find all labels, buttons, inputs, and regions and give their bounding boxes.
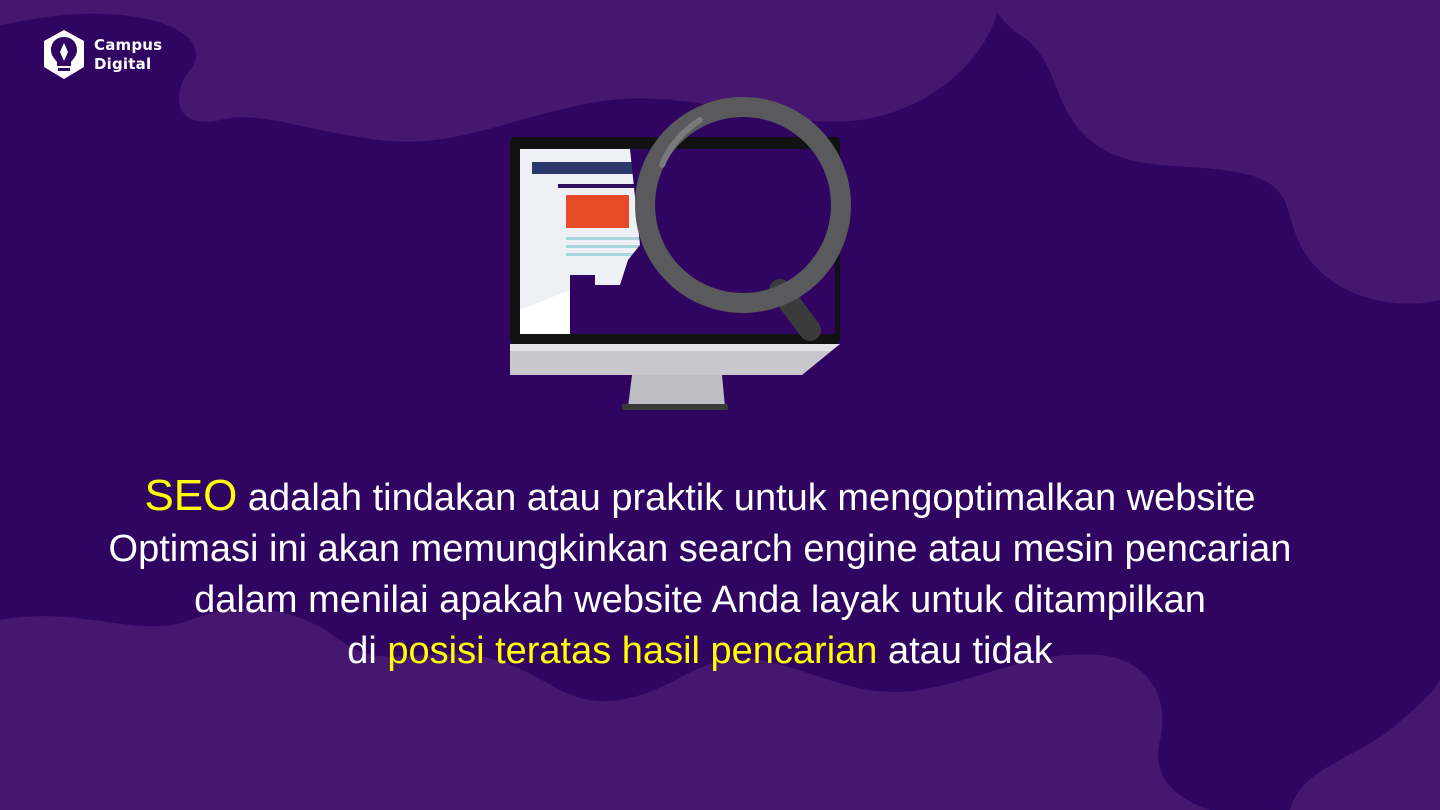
seo-illustration: [510, 97, 851, 410]
brand-logo: Campus Digital: [40, 28, 162, 82]
caption-line-1-text: adalah tindakan atau praktik untuk mengo…: [237, 477, 1256, 519]
caption-line-4-suffix: atau tidak: [877, 630, 1053, 672]
caption-line-4: di posisi teratas hasil pencarian atau t…: [0, 626, 1400, 677]
brand-name: Campus Digital: [94, 36, 162, 74]
result-position-highlight: posisi teratas hasil pencarian: [387, 630, 878, 672]
caption-line-3: dalam menilai apakah website Anda layak …: [194, 579, 1206, 621]
campus-digital-logo-icon: [44, 30, 84, 79]
caption-line-1: SEO adalah tindakan atau praktik untuk m…: [0, 470, 1400, 524]
seo-definition: SEO adalah tindakan atau praktik untuk m…: [0, 470, 1400, 677]
brand-line-2: Digital: [94, 55, 152, 73]
caption-line-4-prefix: di: [347, 630, 388, 672]
seo-highlight: SEO: [144, 471, 238, 520]
caption-line-2: Optimasi ini akan memungkinkan search en…: [108, 528, 1292, 570]
brand-line-1: Campus: [94, 36, 163, 54]
